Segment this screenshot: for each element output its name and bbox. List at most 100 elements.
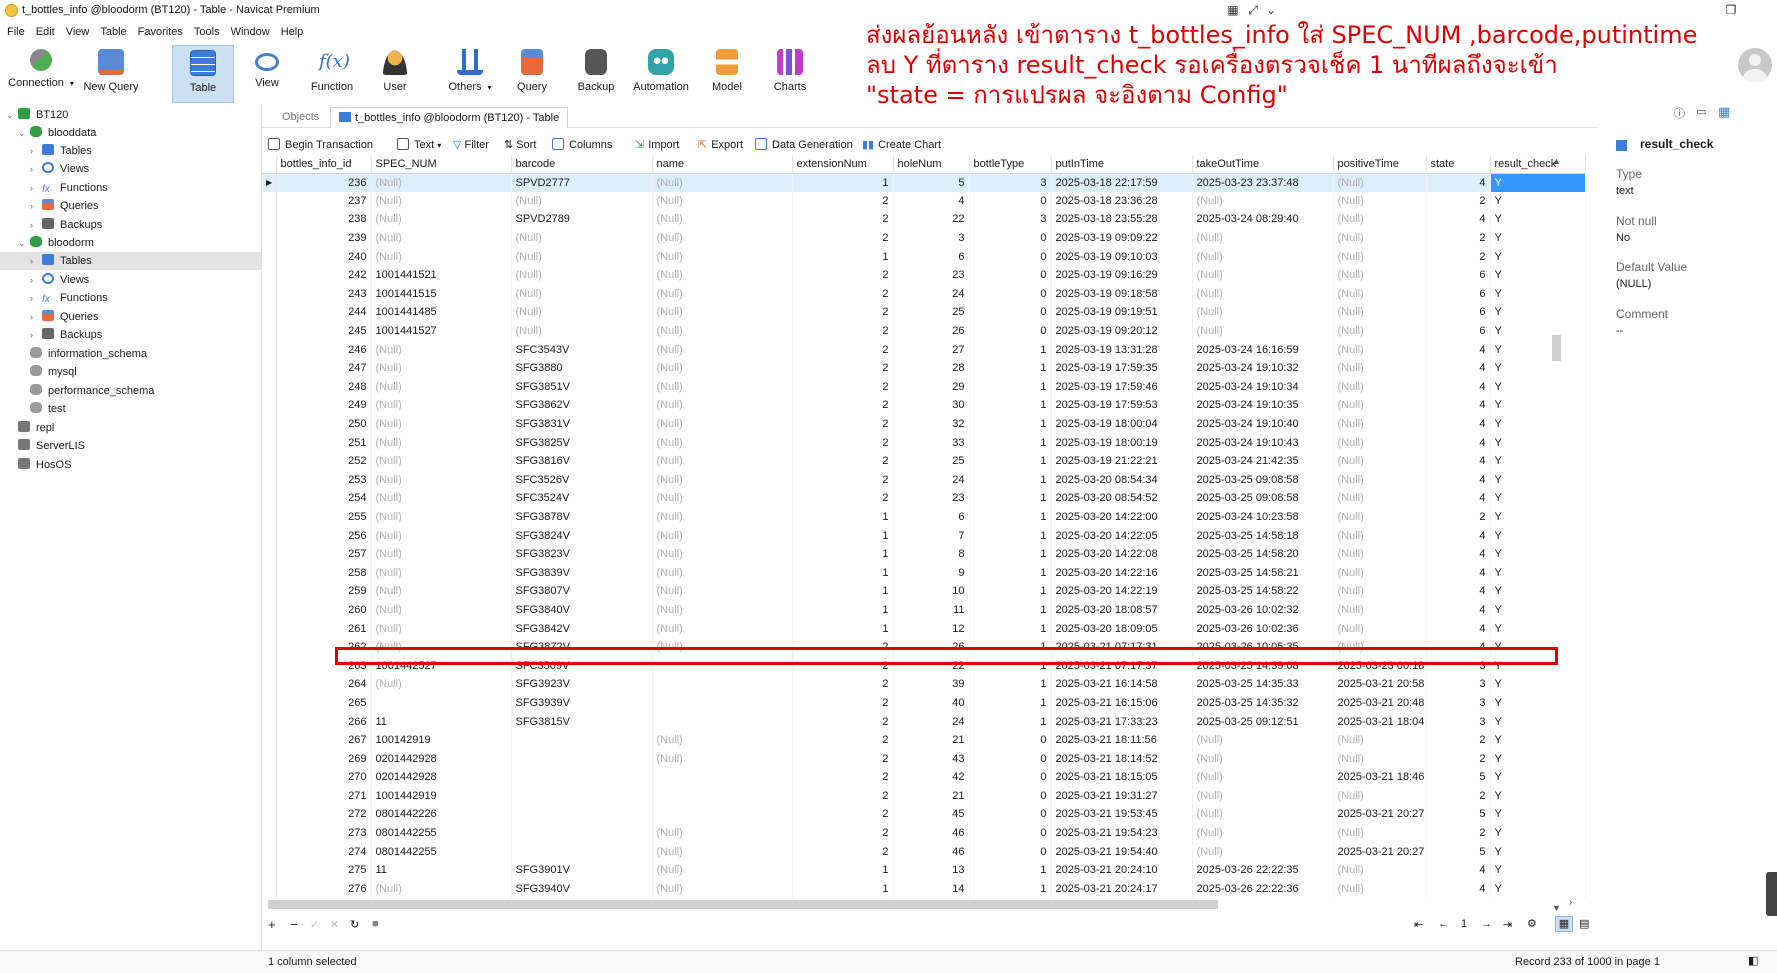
cell-bottletype[interactable]: 1 (969, 879, 1052, 899)
cell-takeouttime[interactable]: 2025-03-25 14:58:22 (1192, 582, 1334, 601)
table-row[interactable]: 251 (Null) SFG3825V (Null) 2 33 1 2025-03-19 18… (262, 433, 1586, 452)
row-gutter[interactable] (262, 358, 277, 378)
chevron-right-icon[interactable]: › (30, 160, 42, 178)
chevron-right-icon[interactable]: › (30, 289, 42, 307)
cell-result-check[interactable]: Y (1490, 675, 1586, 694)
cell-result-check[interactable]: Y (1490, 433, 1586, 452)
cell-bottletype[interactable]: 1 (969, 414, 1052, 434)
current-row-marker-icon[interactable]: ▶ (262, 173, 277, 192)
cell-holenum[interactable]: 39 (893, 675, 970, 694)
cell-barcode[interactable]: SFC3543V (511, 340, 653, 359)
cell-holenum[interactable]: 11 (893, 600, 970, 620)
cell-extensionnum[interactable]: 2 (792, 749, 894, 768)
tree-connection-hosos[interactable]: HosOS (18, 456, 71, 474)
cell-name[interactable] (652, 675, 793, 694)
cell-putintime[interactable]: 2025-03-19 18:00:04 (1051, 414, 1193, 434)
cell-positivetime[interactable]: (Null) (1333, 600, 1427, 620)
cell-bottletype[interactable]: 3 (969, 210, 1052, 229)
cell-holenum[interactable]: 33 (893, 433, 970, 452)
new-query-button[interactable]: New Query (80, 45, 142, 103)
row-gutter[interactable] (262, 656, 277, 676)
cell-spec-num[interactable]: 0201442928 (371, 768, 512, 787)
cell-state[interactable]: 6 (1426, 265, 1491, 285)
cell-bottles-info-id[interactable]: 264 (276, 675, 372, 694)
cell-putintime[interactable]: 2025-03-19 17:59:35 (1051, 358, 1193, 378)
cell-spec-num[interactable]: (Null) (371, 489, 512, 508)
cell-state[interactable]: 2 (1426, 823, 1491, 843)
cell-spec-num[interactable]: (Null) (371, 582, 512, 601)
cell-extensionnum[interactable]: 2 (792, 284, 894, 304)
cell-bottletype[interactable]: 0 (969, 228, 1052, 248)
row-gutter[interactable] (262, 340, 277, 359)
row-gutter[interactable] (262, 768, 277, 787)
function-button[interactable]: f(x) Function (302, 45, 362, 103)
cell-spec-num[interactable]: (Null) (371, 879, 512, 899)
cell-state[interactable]: 3 (1426, 693, 1491, 713)
cell-putintime[interactable]: 2025-03-20 08:54:52 (1051, 489, 1193, 508)
import-button[interactable]: ⇲ Import (635, 138, 679, 151)
cell-result-check[interactable]: Y (1490, 526, 1586, 545)
menu-view[interactable]: View (59, 22, 94, 38)
table-row[interactable]: 246 (Null) SFC3543V (Null) 2 27 1 2025-03-19 13… (262, 340, 1586, 359)
cell-holenum[interactable]: 43 (893, 749, 970, 768)
cell-holenum[interactable]: 46 (893, 842, 970, 861)
cell-name[interactable]: (Null) (652, 191, 793, 211)
cell-extensionnum[interactable]: 2 (792, 210, 894, 229)
cell-positivetime[interactable]: (Null) (1333, 303, 1427, 322)
horizontal-scroll-thumb[interactable] (268, 900, 1218, 909)
cell-state[interactable]: 6 (1426, 303, 1491, 322)
cell-barcode[interactable]: SFG3815V (511, 712, 653, 731)
cell-positivetime[interactable]: (Null) (1333, 284, 1427, 304)
cell-extensionnum[interactable]: 1 (792, 507, 894, 527)
cell-extensionnum[interactable]: 2 (792, 489, 894, 508)
cell-barcode[interactable]: (Null) (511, 228, 653, 248)
next-page-icon[interactable]: → (1481, 918, 1492, 930)
menu-file[interactable]: File (0, 22, 29, 38)
cell-extensionnum[interactable]: 1 (792, 860, 894, 880)
cell-state[interactable]: 2 (1426, 507, 1491, 527)
column-header-state[interactable]: state (1426, 155, 1491, 174)
cell-spec-num[interactable]: (Null) (371, 675, 512, 694)
cell-barcode[interactable]: SFG3862V (511, 396, 653, 415)
cell-holenum[interactable]: 21 (893, 730, 970, 750)
chevron-right-icon[interactable]: › (30, 271, 42, 289)
cell-result-check[interactable]: Y (1490, 470, 1586, 490)
cell-result-check[interactable]: Y (1490, 786, 1586, 806)
cell-putintime[interactable]: 2025-03-21 19:54:40 (1051, 842, 1193, 861)
cell-spec-num[interactable]: (Null) (371, 377, 512, 397)
table-row[interactable]: 275 11 SFG3901V (Null) 1 13 1 2025-03-21 20:24:… (262, 860, 1586, 880)
cell-spec-num[interactable]: (Null) (371, 247, 512, 266)
cell-bottletype[interactable]: 1 (969, 526, 1052, 545)
row-gutter[interactable] (262, 637, 277, 657)
cell-name[interactable]: (Null) (652, 303, 793, 322)
cell-holenum[interactable]: 24 (893, 284, 970, 304)
cell-spec-num[interactable]: (Null) (371, 544, 512, 564)
cell-extensionnum[interactable]: 2 (792, 265, 894, 285)
cell-holenum[interactable]: 6 (893, 247, 970, 266)
cell-result-check[interactable]: Y (1490, 842, 1586, 861)
tree-item-backups[interactable]: › Backups (30, 326, 102, 344)
cell-barcode[interactable]: SFG3901V (511, 860, 653, 880)
cell-barcode[interactable]: SFG3825V (511, 433, 653, 452)
cell-state[interactable]: 2 (1426, 730, 1491, 750)
cell-bottles-info-id[interactable]: 244 (276, 303, 372, 322)
cell-putintime[interactable]: 2025-03-18 23:55:28 (1051, 210, 1193, 229)
cell-result-check[interactable]: Y (1490, 247, 1586, 266)
cell-bottles-info-id[interactable]: 260 (276, 600, 372, 620)
chevron-right-icon[interactable]: › (30, 216, 42, 234)
cell-positivetime[interactable]: 2025-03-21 20:48 (1333, 693, 1427, 713)
cell-putintime[interactable]: 2025-03-20 08:54:34 (1051, 470, 1193, 490)
cell-extensionnum[interactable]: 2 (792, 377, 894, 397)
cell-name[interactable]: (Null) (652, 247, 793, 266)
chevron-down-icon[interactable]: ⌄ (18, 124, 30, 142)
cell-positivetime[interactable]: 2025-03-21 20:27 (1333, 842, 1427, 861)
cell-name[interactable]: (Null) (652, 228, 793, 248)
chevron-right-icon[interactable]: › (30, 179, 42, 197)
cell-bottletype[interactable]: 0 (969, 823, 1052, 843)
cell-bottles-info-id[interactable]: 270 (276, 768, 372, 787)
cell-result-check[interactable]: Y (1490, 730, 1586, 750)
cell-name[interactable]: (Null) (652, 879, 793, 899)
cell-bottles-info-id[interactable]: 258 (276, 563, 372, 583)
cell-bottles-info-id[interactable]: 252 (276, 451, 372, 471)
table-row[interactable]: 270 0201442928 2 42 0 2025-03-21 18:15:05 (Nul… (262, 768, 1586, 787)
